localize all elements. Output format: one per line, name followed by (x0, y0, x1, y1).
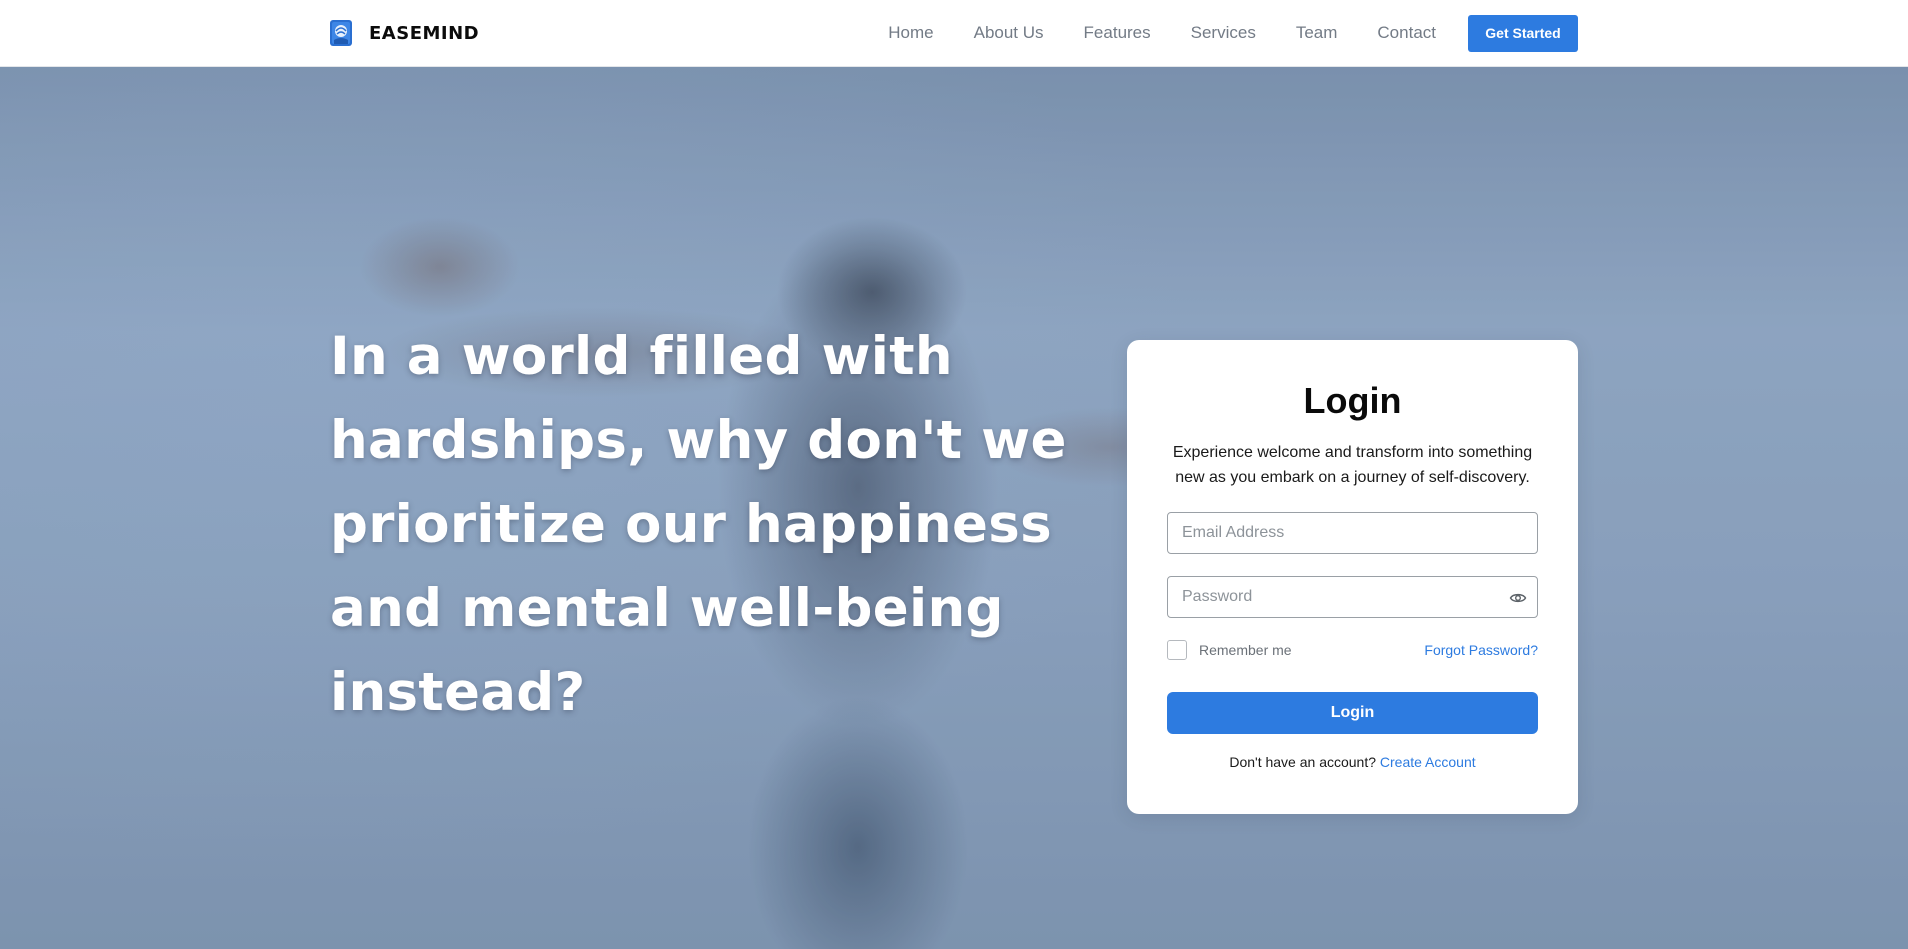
create-account-link[interactable]: Create Account (1380, 754, 1476, 770)
password-input[interactable] (1168, 577, 1537, 617)
main-nav: Home About Us Features Services Team Con… (888, 0, 1578, 66)
get-started-button[interactable]: Get Started (1468, 14, 1578, 52)
easemind-logo-icon (330, 20, 352, 46)
remember-me-label[interactable]: Remember me (1199, 642, 1292, 658)
password-field-wrapper (1167, 576, 1538, 618)
nav-features-link[interactable]: Features (1084, 23, 1151, 43)
login-options-row: Remember me Forgot Password? (1167, 639, 1538, 661)
forgot-password-link[interactable]: Forgot Password? (1424, 642, 1538, 658)
brand[interactable]: EASEMIND (330, 20, 479, 46)
nav-team-link[interactable]: Team (1296, 23, 1338, 43)
brand-name: EASEMIND (369, 22, 480, 44)
hero-heading: In a world filled with hardships, why do… (330, 326, 1067, 723)
login-subtitle: Experience welcome and transform into so… (1172, 444, 1533, 486)
signup-prompt-text: Don't have an account? (1229, 754, 1377, 770)
eye-icon[interactable] (1509, 589, 1527, 607)
email-field-wrapper (1167, 512, 1538, 554)
login-title: Login (1303, 380, 1402, 421)
login-submit-button[interactable]: Login (1167, 692, 1538, 734)
site-header: EASEMIND Home About Us Features Services… (0, 0, 1908, 67)
nav-about-us-link[interactable]: About Us (974, 23, 1044, 43)
nav-services-link[interactable]: Services (1191, 23, 1256, 43)
nav-contact-link[interactable]: Contact (1377, 23, 1436, 43)
hero-section: In a world filled with hardships, why do… (0, 67, 1908, 949)
signup-prompt-row: Don't have an account? Create Account (1127, 754, 1578, 770)
login-card: Login Experience welcome and transform i… (1127, 340, 1578, 814)
remember-me-checkbox[interactable] (1167, 640, 1187, 660)
nav-home-link[interactable]: Home (888, 23, 933, 43)
email-input[interactable] (1168, 513, 1537, 553)
